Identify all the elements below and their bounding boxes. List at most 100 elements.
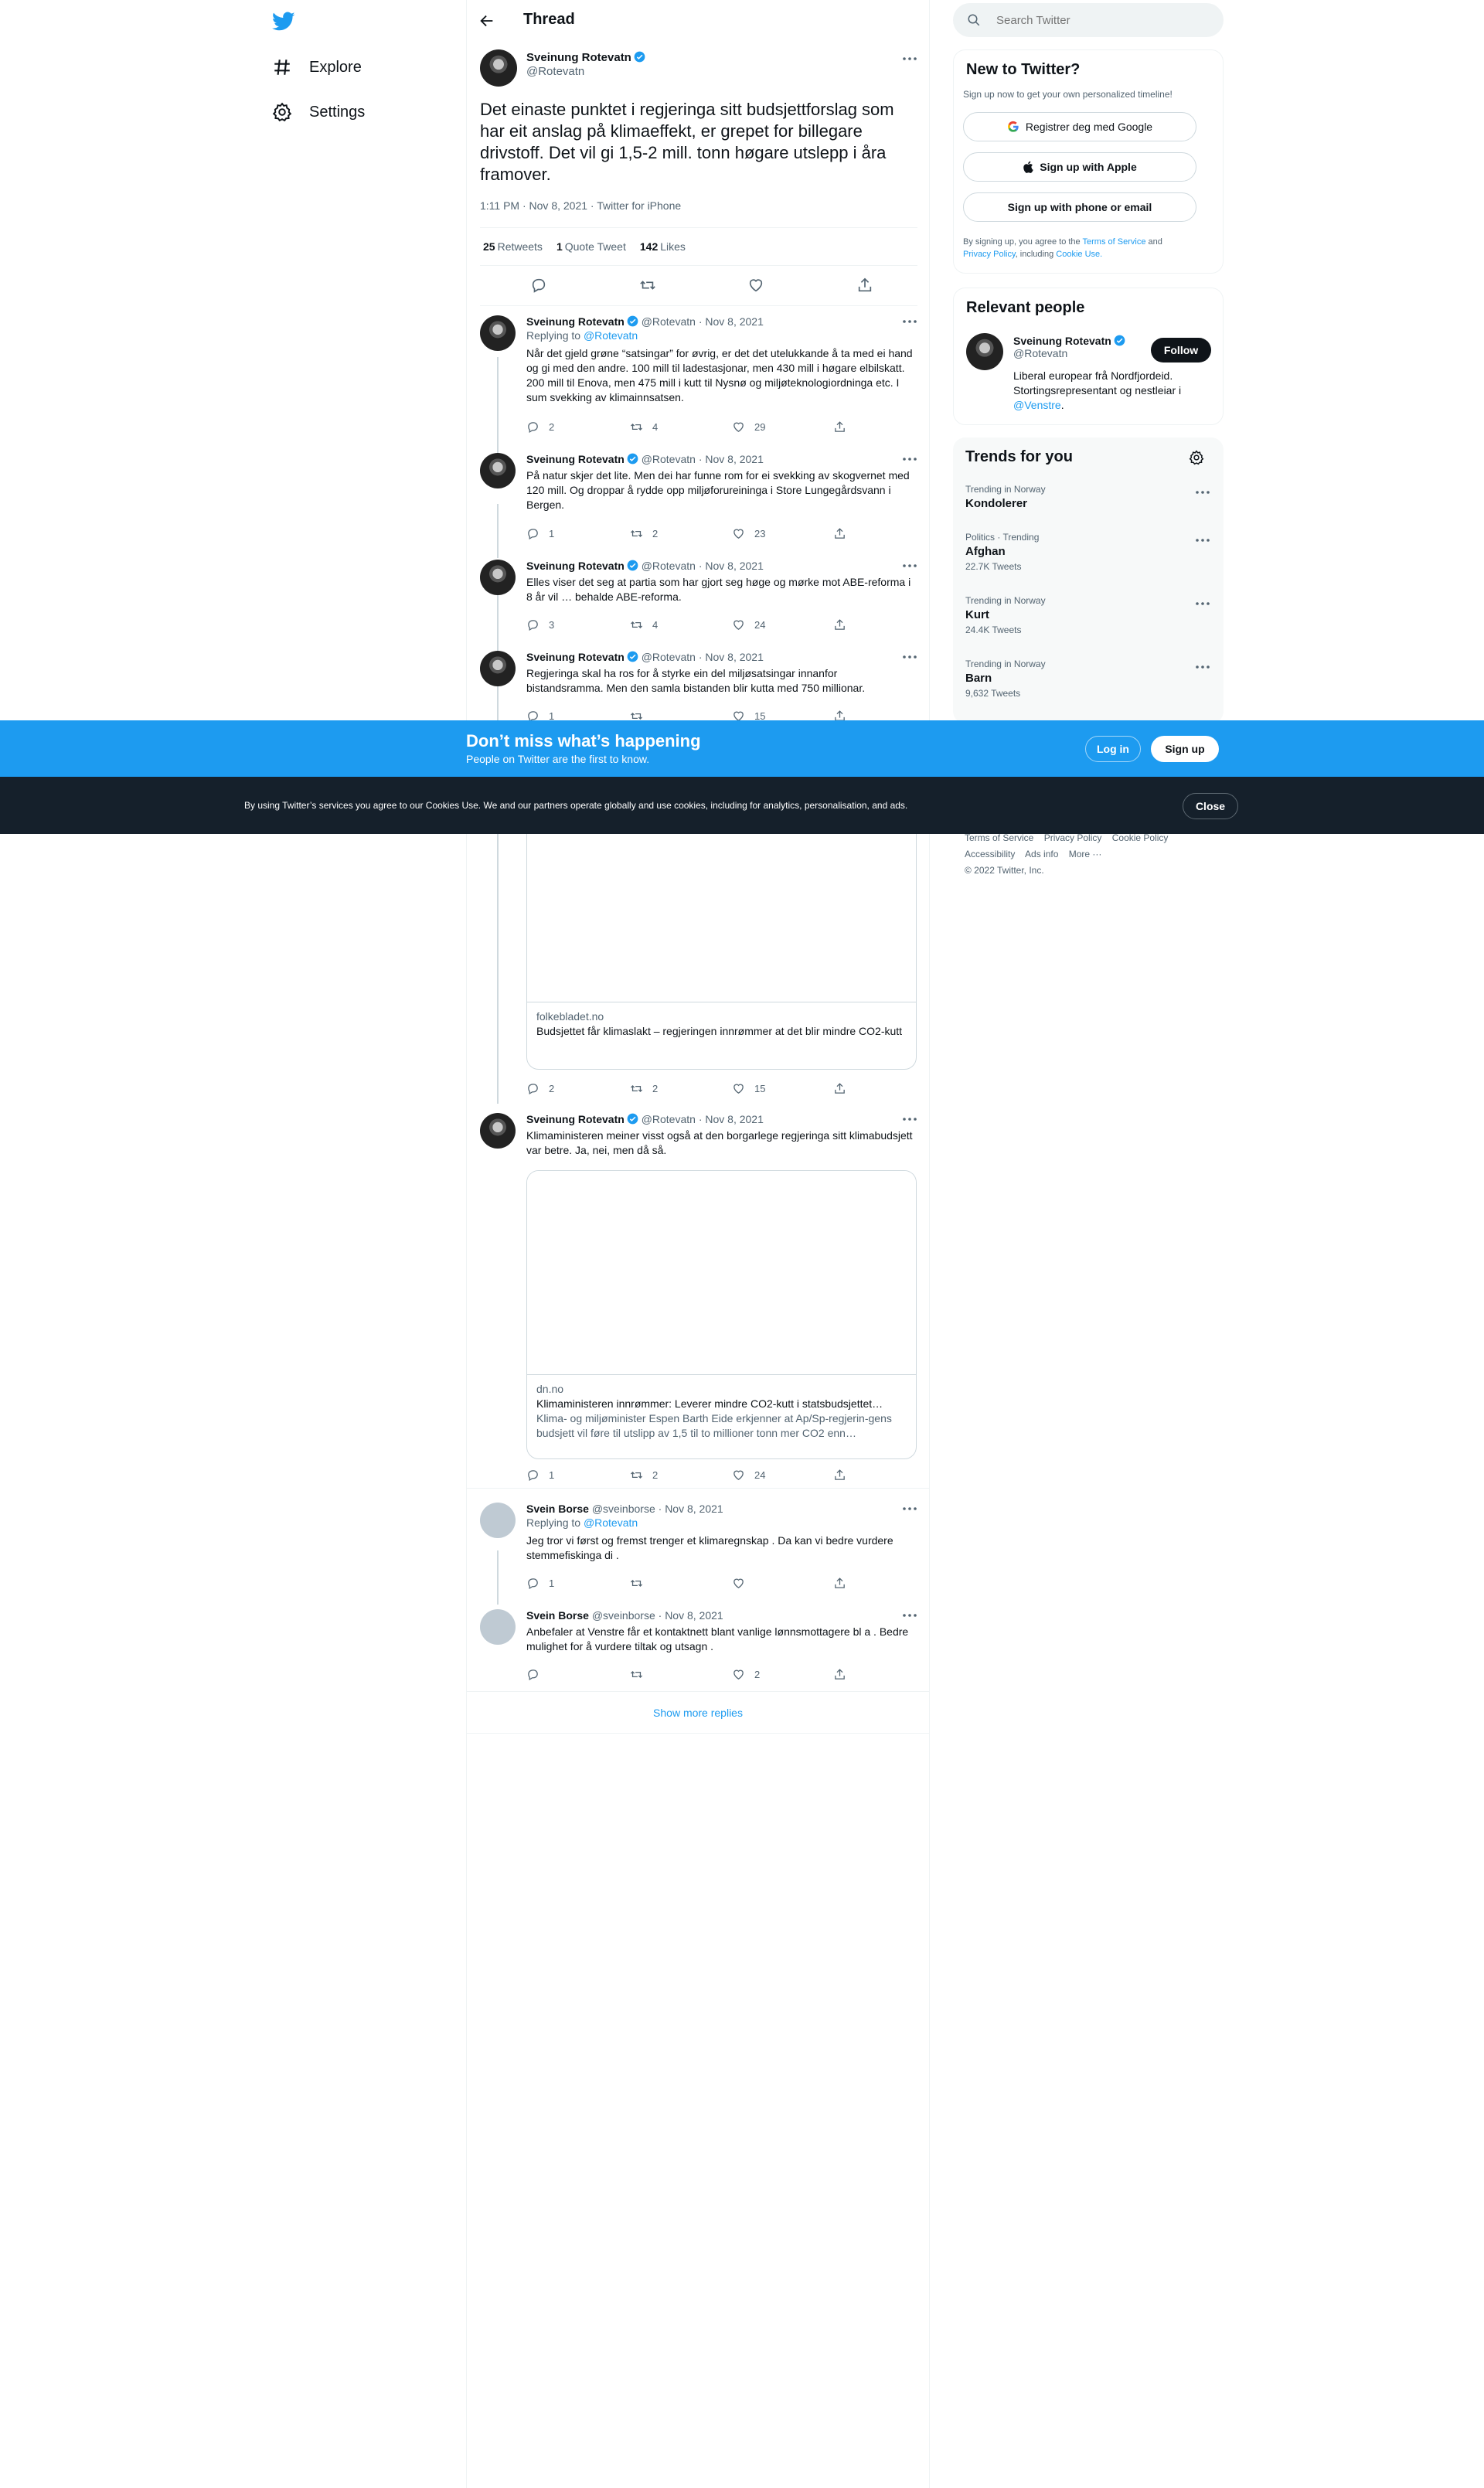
more-options-icon[interactable] <box>1195 665 1210 669</box>
reply-action[interactable] <box>526 1668 549 1681</box>
trend-item[interactable]: Trending in Norway Kurt 24.4K Tweets <box>965 595 1213 635</box>
more-options-icon[interactable] <box>902 1613 917 1618</box>
cookie-use-link[interactable]: Cookie Use. <box>1056 250 1102 259</box>
apple-signup-button[interactable]: Sign up with Apple <box>963 152 1196 182</box>
avatar[interactable] <box>480 315 516 351</box>
share-action[interactable] <box>833 1577 846 1590</box>
share-action[interactable] <box>833 1082 846 1095</box>
reply-tweet[interactable]: Svein Borse @sveinborse · Nov 8, 2021 Re… <box>467 1493 929 1594</box>
avatar[interactable] <box>480 453 516 488</box>
terms-link[interactable]: Terms of Service <box>1083 237 1146 247</box>
trend-item[interactable]: Trending in Norway Kondolerer <box>965 484 1213 510</box>
avatar[interactable] <box>480 1113 516 1149</box>
nav-settings[interactable]: Settings <box>272 90 365 134</box>
reply-tweet[interactable]: Sveinung Rotevatn @Rotevatn · Nov 8, 202… <box>467 1104 929 1489</box>
footer-ads-link[interactable]: Ads info <box>1025 849 1058 859</box>
search-input[interactable] <box>996 13 1205 27</box>
tweet-meta[interactable]: 1:11 PM · Nov 8, 2021 · Twitter for iPho… <box>480 199 681 212</box>
cookie-close-button[interactable]: Close <box>1183 793 1238 819</box>
person-name[interactable]: Sveinung Rotevatn <box>1013 335 1111 347</box>
author-name[interactable]: Sveinung Rotevatn <box>526 51 631 64</box>
replying-to-link[interactable]: @Rotevatn <box>584 1516 638 1529</box>
reply-action[interactable]: 1 <box>526 527 554 540</box>
signup-button[interactable]: Sign up <box>1151 736 1219 762</box>
quotes-stat[interactable]: 1 Quote Tweet <box>556 240 626 253</box>
reply-tweet[interactable]: Sveinung Rotevatn @Rotevatn · Nov 8, 202… <box>467 444 929 549</box>
twitter-logo-icon[interactable] <box>272 11 295 32</box>
footer-more-link[interactable]: More ··· <box>1069 849 1102 859</box>
retweet-action[interactable] <box>630 1577 652 1590</box>
gear-icon[interactable] <box>1189 450 1204 465</box>
privacy-link[interactable]: Privacy Policy <box>963 250 1016 259</box>
avatar[interactable] <box>480 49 517 87</box>
search-box[interactable] <box>953 3 1224 37</box>
retweet-action[interactable]: 4 <box>630 618 658 631</box>
more-options-icon[interactable] <box>1195 490 1210 495</box>
likes-stat[interactable]: 142 Likes <box>640 240 686 253</box>
follow-button[interactable]: Follow <box>1151 338 1211 362</box>
avatar[interactable] <box>480 560 516 595</box>
avatar[interactable] <box>480 1609 516 1645</box>
share-action[interactable] <box>833 618 846 631</box>
link-card[interactable]: folkebladet.no Budsjettet får klimaslakt… <box>526 804 917 1070</box>
footer-terms-link[interactable]: Terms of Service <box>965 832 1033 843</box>
retweet-action[interactable]: 2 <box>630 1082 658 1095</box>
phone-email-signup-button[interactable]: Sign up with phone or email <box>963 192 1196 222</box>
more-options-icon[interactable] <box>902 457 917 461</box>
like-action[interactable]: 15 <box>732 1082 765 1095</box>
share-icon[interactable] <box>856 277 873 294</box>
trend-item[interactable]: Politics · Trending Afghan 22.7K Tweets <box>965 532 1213 572</box>
like-icon[interactable] <box>747 277 764 294</box>
retweet-action[interactable] <box>630 1668 652 1681</box>
reply-icon[interactable] <box>530 277 547 294</box>
reply-action[interactable]: 2 <box>526 420 554 434</box>
footer-privacy-link[interactable]: Privacy Policy <box>1044 832 1102 843</box>
link-card[interactable]: dn.no Klimaministeren innrømmer: Leverer… <box>526 1170 917 1459</box>
like-action[interactable]: 23 <box>732 527 765 540</box>
more-options-icon[interactable] <box>902 1506 917 1511</box>
reply-action[interactable]: 1 <box>526 1577 554 1590</box>
reply-action[interactable]: 1 <box>526 1469 554 1482</box>
more-options-icon[interactable] <box>902 655 917 659</box>
like-action[interactable]: 29 <box>732 420 765 434</box>
share-action[interactable] <box>833 420 846 434</box>
person-handle[interactable]: @Rotevatn <box>1013 347 1067 359</box>
reply-tweet[interactable]: Sveinung Rotevatn @Rotevatn · Nov 8, 202… <box>467 306 929 442</box>
more-options-icon[interactable] <box>1195 538 1210 543</box>
replying-to-link[interactable]: @Rotevatn <box>584 329 638 342</box>
more-options-icon[interactable] <box>902 1117 917 1121</box>
reply-tweet[interactable]: Sveinung Rotevatn @Rotevatn · Nov 8, 202… <box>467 642 929 727</box>
show-more-replies[interactable]: Show more replies <box>467 1691 929 1734</box>
login-button[interactable]: Log in <box>1085 736 1141 762</box>
retweet-icon[interactable] <box>639 277 656 294</box>
like-action[interactable]: 2 <box>732 1668 760 1681</box>
avatar[interactable] <box>966 333 1003 370</box>
reply-action[interactable]: 2 <box>526 1082 554 1095</box>
retweet-action[interactable]: 2 <box>630 1469 658 1482</box>
bio-mention-link[interactable]: @Venstre <box>1013 399 1061 411</box>
reply-action[interactable]: 3 <box>526 618 554 631</box>
footer-cookie-link[interactable]: Cookie Policy <box>1112 832 1169 843</box>
nav-explore[interactable]: Explore <box>272 45 362 90</box>
more-options-icon[interactable] <box>902 563 917 568</box>
more-options-icon[interactable] <box>902 319 917 324</box>
more-options-icon[interactable] <box>1195 601 1210 606</box>
back-arrow-icon[interactable] <box>478 12 495 29</box>
like-action[interactable]: 24 <box>732 618 765 631</box>
like-action[interactable] <box>732 1577 754 1590</box>
retweet-action[interactable]: 2 <box>630 527 658 540</box>
reply-tweet[interactable]: Sveinung Rotevatn @Rotevatn · Nov 8, 202… <box>467 550 929 640</box>
share-action[interactable] <box>833 527 846 540</box>
share-action[interactable] <box>833 1668 846 1681</box>
retweet-action[interactable]: 4 <box>630 420 658 434</box>
like-action[interactable]: 24 <box>732 1469 765 1482</box>
retweets-stat[interactable]: 25 Retweets <box>483 240 543 253</box>
footer-accessibility-link[interactable]: Accessibility <box>965 849 1015 859</box>
share-action[interactable] <box>833 1469 846 1482</box>
avatar[interactable] <box>480 651 516 686</box>
reply-tweet[interactable]: Svein Borse @sveinborse · Nov 8, 2021 An… <box>467 1600 929 1690</box>
avatar[interactable] <box>480 1503 516 1538</box>
author-handle[interactable]: @Rotevatn <box>526 65 584 78</box>
more-options-icon[interactable] <box>902 56 917 61</box>
trend-item[interactable]: Trending in Norway Barn 9,632 Tweets <box>965 659 1213 699</box>
